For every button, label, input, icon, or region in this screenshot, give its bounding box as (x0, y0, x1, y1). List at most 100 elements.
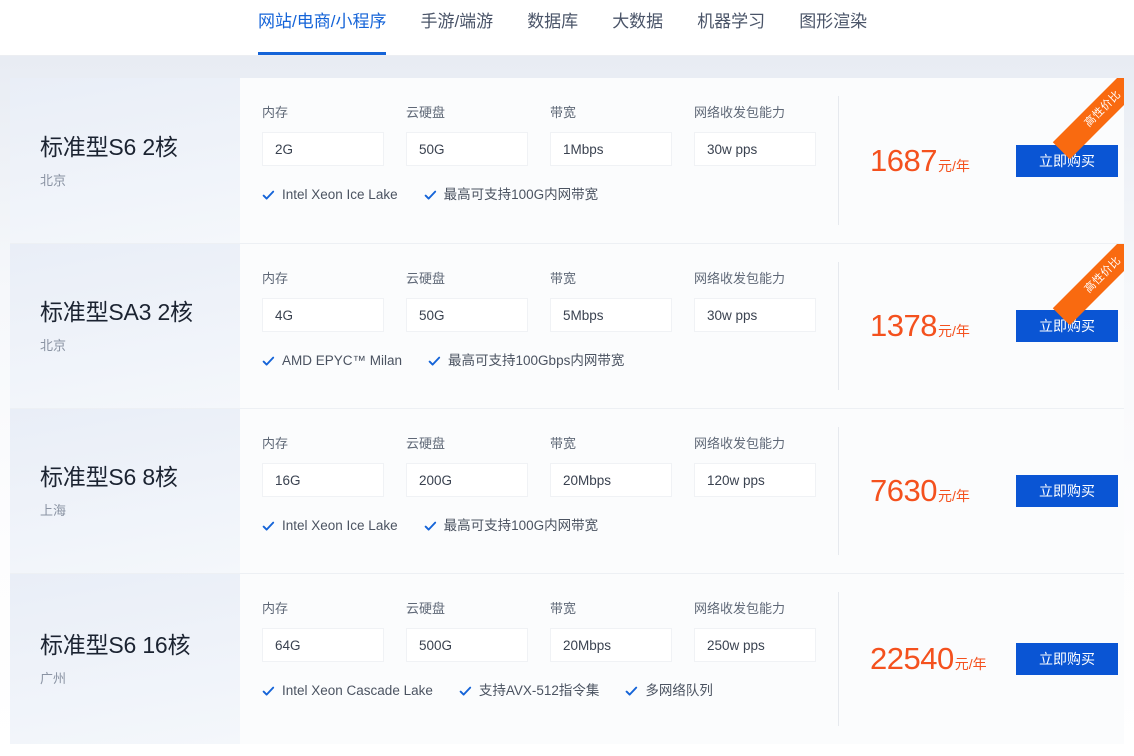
vertical-divider (838, 427, 839, 555)
product-card[interactable]: 标准型S6 16核 广州 内存 64G 云硬盘 500G 带宽 20Mbps 网… (10, 574, 1124, 744)
vertical-divider (838, 592, 839, 726)
spec-memory: 内存 4G (262, 270, 384, 332)
feature-label: 最高可支持100Gbps内网带宽 (448, 353, 625, 368)
spec-label-pps: 网络收发包能力 (694, 105, 786, 120)
spec-value-disk[interactable]: 50G (406, 132, 528, 166)
price-amount: 7630 (870, 473, 937, 508)
spec-value-memory[interactable]: 16G (262, 463, 384, 497)
spec-value-bandwidth[interactable]: 1Mbps (550, 132, 672, 166)
spec-value-pps[interactable]: 120w pps (694, 463, 816, 497)
product-specs-panel: 内存 4G 云硬盘 50G 带宽 5Mbps 网络收发包能力 30w pps A… (240, 244, 838, 408)
product-region: 上海 (40, 503, 67, 518)
buy-now-button[interactable]: 立即购买 (1016, 643, 1118, 675)
tab-website-ecommerce-miniprogram[interactable]: 网站/电商/小程序 (258, 0, 387, 55)
spec-value-disk[interactable]: 500G (406, 628, 528, 662)
tab-mobile-pc-games[interactable]: 手游/端游 (420, 0, 493, 55)
spec-label-memory: 内存 (262, 105, 289, 120)
feature-item: Intel Xeon Ice Lake (262, 517, 398, 535)
spec-disk: 云硬盘 500G (406, 600, 528, 662)
spec-value-memory[interactable]: 4G (262, 298, 384, 332)
spec-memory: 内存 16G (262, 435, 384, 497)
product-specs-panel: 内存 64G 云硬盘 500G 带宽 20Mbps 网络收发包能力 250w p… (240, 574, 838, 744)
spec-memory: 内存 2G (262, 104, 384, 166)
spec-value-bandwidth[interactable]: 20Mbps (550, 628, 672, 662)
check-icon (424, 189, 437, 202)
check-icon (262, 685, 275, 698)
spec-bandwidth: 带宽 20Mbps (550, 600, 672, 662)
tab-graphics-rendering[interactable]: 图形渲染 (799, 0, 867, 55)
spec-label-pps: 网络收发包能力 (694, 601, 786, 616)
product-title: 标准型S6 16核 (40, 632, 191, 658)
product-identity-panel: 标准型S6 8核 上海 (10, 409, 240, 573)
spec-disk: 云硬盘 50G (406, 104, 528, 166)
price-unit: 元/年 (954, 656, 987, 672)
spec-label-bandwidth: 带宽 (550, 271, 577, 286)
product-card[interactable]: 标准型SA3 2核 北京 内存 4G 云硬盘 50G 带宽 5Mbps 网络收发… (10, 244, 1124, 409)
product-title: 标准型S6 8核 (40, 464, 178, 490)
price-amount: 22540 (870, 641, 954, 676)
product-price: 1687 元/年 (870, 142, 1016, 178)
feature-label: Intel Xeon Ice Lake (282, 187, 398, 202)
check-icon (262, 520, 275, 533)
spec-value-bandwidth[interactable]: 20Mbps (550, 463, 672, 497)
feature-label: 最高可支持100G内网带宽 (443, 518, 599, 533)
feature-item: 最高可支持100G内网带宽 (424, 186, 599, 204)
check-icon (459, 685, 472, 698)
spec-label-pps: 网络收发包能力 (694, 271, 786, 286)
feature-label: Intel Xeon Ice Lake (282, 518, 398, 533)
tab-label: 手游/端游 (420, 12, 494, 31)
product-identity-panel: 标准型SA3 2核 北京 (10, 244, 240, 408)
product-card[interactable]: 标准型S6 8核 上海 内存 16G 云硬盘 200G 带宽 20Mbps 网络… (10, 409, 1124, 574)
product-identity-panel: 标准型S6 16核 广州 (10, 574, 240, 744)
spec-value-pps[interactable]: 250w pps (694, 628, 816, 662)
spec-label-pps: 网络收发包能力 (694, 436, 786, 451)
buy-now-button[interactable]: 立即购买 (1016, 310, 1118, 342)
spec-row: 内存 4G 云硬盘 50G 带宽 5Mbps 网络收发包能力 30w pps (262, 270, 838, 332)
product-card[interactable]: 标准型S6 2核 北京 内存 2G 云硬盘 50G 带宽 1Mbps 网络收发包… (10, 78, 1124, 244)
feature-list: Intel Xeon Ice Lake 最高可支持100G内网带宽 (262, 186, 838, 204)
feature-label: 最高可支持100G内网带宽 (443, 187, 599, 202)
tab-bigdata[interactable]: 大数据 (612, 0, 663, 55)
feature-item: 最高可支持100G内网带宽 (424, 517, 599, 535)
spec-pps: 网络收发包能力 30w pps (694, 104, 816, 166)
product-purchase-panel: 1378 元/年 立即购买 (838, 244, 1124, 408)
spec-label-disk: 云硬盘 (406, 436, 446, 451)
price-unit: 元/年 (937, 157, 970, 174)
spec-value-disk[interactable]: 200G (406, 463, 528, 497)
feature-item: 最高可支持100Gbps内网带宽 (428, 352, 624, 370)
spec-pps: 网络收发包能力 30w pps (694, 270, 816, 332)
tab-label: 网站/电商/小程序 (258, 12, 387, 31)
check-icon (424, 520, 437, 533)
category-tabbar: 网站/电商/小程序 手游/端游 数据库 大数据 机器学习 图形渲染 (0, 0, 1134, 56)
spec-value-memory[interactable]: 64G (262, 628, 384, 662)
feature-item: 多网络队列 (625, 682, 713, 700)
product-list-page: 标准型S6 2核 北京 内存 2G 云硬盘 50G 带宽 1Mbps 网络收发包… (0, 56, 1134, 756)
feature-item: AMD EPYC™ Milan (262, 352, 402, 370)
spec-value-bandwidth[interactable]: 5Mbps (550, 298, 672, 332)
buy-now-button[interactable]: 立即购买 (1016, 475, 1118, 507)
spec-pps: 网络收发包能力 250w pps (694, 600, 816, 662)
spec-disk: 云硬盘 200G (406, 435, 528, 497)
product-region: 北京 (40, 172, 67, 188)
spec-value-pps[interactable]: 30w pps (694, 132, 816, 166)
check-icon (262, 355, 275, 368)
tab-machine-learning[interactable]: 机器学习 (697, 0, 765, 55)
feature-item: 支持AVX-512指令集 (459, 682, 600, 700)
spec-memory: 内存 64G (262, 600, 384, 662)
product-purchase-panel: 22540 元/年 立即购买 (838, 574, 1124, 744)
feature-item: Intel Xeon Cascade Lake (262, 682, 433, 700)
spec-value-pps[interactable]: 30w pps (694, 298, 816, 332)
spec-value-disk[interactable]: 50G (406, 298, 528, 332)
spec-label-disk: 云硬盘 (406, 105, 446, 120)
spec-label-memory: 内存 (262, 436, 289, 451)
spec-value-memory[interactable]: 2G (262, 132, 384, 166)
tab-database[interactable]: 数据库 (527, 0, 578, 55)
spec-label-memory: 内存 (262, 601, 289, 616)
product-purchase-panel: 7630 元/年 立即购买 (838, 409, 1124, 573)
vertical-divider (838, 262, 839, 390)
buy-now-button[interactable]: 立即购买 (1016, 144, 1118, 177)
tab-label: 机器学习 (697, 12, 766, 31)
product-specs-panel: 内存 2G 云硬盘 50G 带宽 1Mbps 网络收发包能力 30w pps I… (240, 78, 838, 243)
feature-label: 支持AVX-512指令集 (478, 683, 600, 698)
price-amount: 1687 (870, 142, 937, 178)
